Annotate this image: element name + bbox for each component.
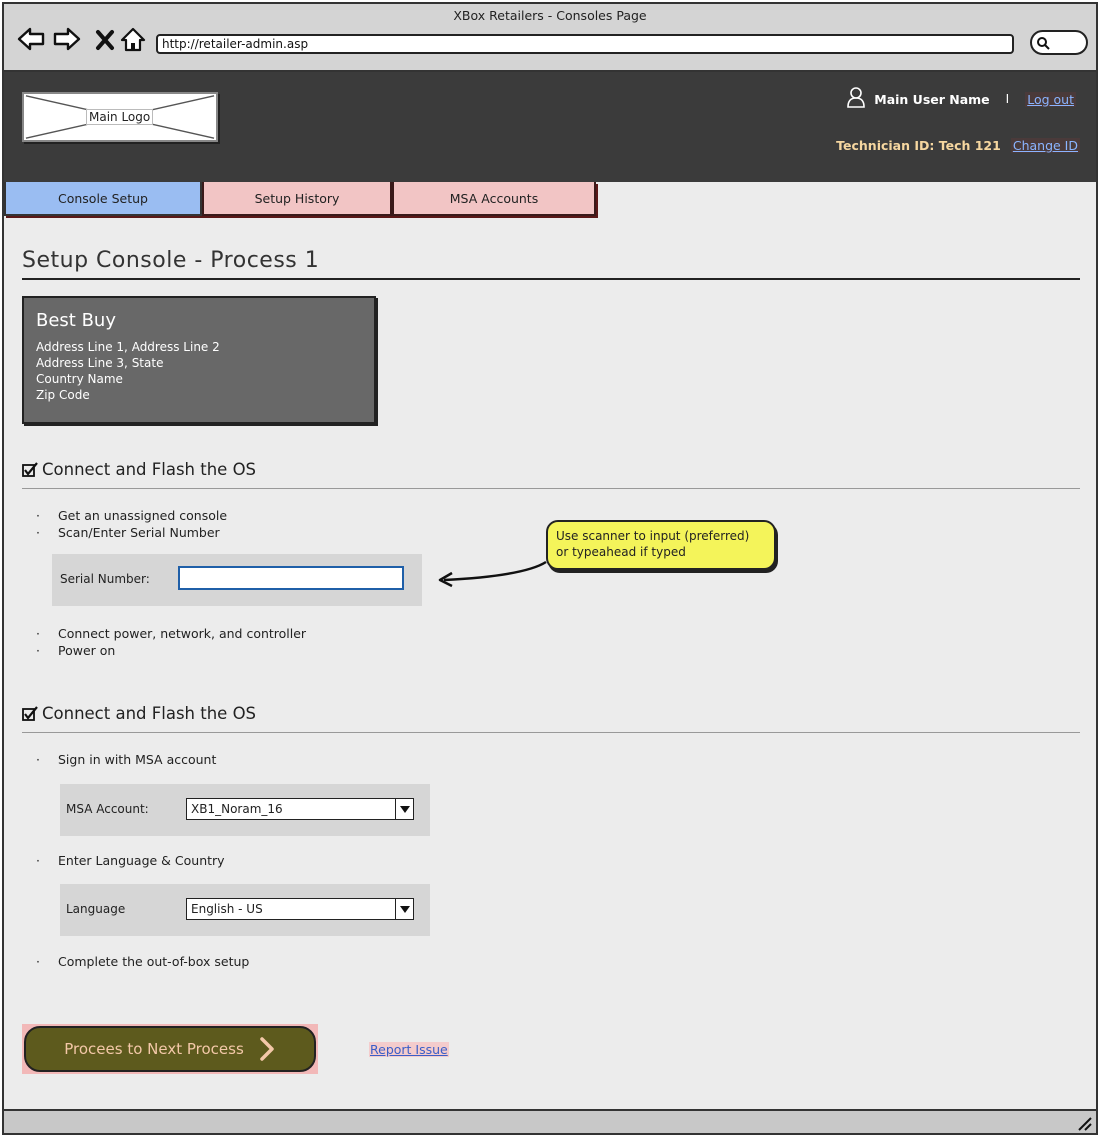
resize-grip-icon[interactable]: [1076, 1115, 1092, 1131]
stop-x-icon[interactable]: [90, 24, 114, 54]
msa-account-label: MSA Account:: [66, 802, 149, 816]
section-2-divider: [22, 732, 1080, 733]
proceed-next-process-button[interactable]: Procees to Next Process: [24, 1026, 316, 1072]
report-issue-link[interactable]: Report Issue: [369, 1042, 449, 1057]
technician-row: Technician ID: Tech 121 Change ID: [836, 138, 1080, 153]
user-name: Main User Name: [874, 91, 990, 107]
dropdown-arrow-icon[interactable]: [395, 799, 413, 819]
technician-id: Technician ID: Tech 121: [836, 138, 1001, 153]
language-value: English - US: [191, 902, 263, 916]
list-item: Get an unassigned console: [36, 508, 227, 523]
header-separator: I: [1005, 92, 1010, 106]
home-icon[interactable]: [118, 24, 148, 54]
section-1-heading: Connect and Flash the OS: [22, 460, 256, 479]
tab-console-setup[interactable]: Console Setup: [4, 182, 202, 216]
list-item: Complete the out-of-box setup: [36, 954, 249, 969]
logout-link[interactable]: Log out: [1025, 91, 1076, 107]
store-address-line: Address Line 1, Address Line 2: [36, 340, 220, 354]
address-bar[interactable]: http://retailer-admin.asp: [156, 34, 1014, 54]
proceed-button-wrapper: Procees to Next Process: [22, 1024, 318, 1074]
app-header: Main Logo Main User Name I Log out Techn…: [4, 72, 1096, 182]
change-id-link[interactable]: Change ID: [1010, 138, 1080, 153]
callout-arrow-icon: [438, 560, 547, 588]
callout-line-1: Use scanner to input (preferred): [556, 529, 750, 543]
chevron-right-icon: [260, 1037, 274, 1061]
section-1-divider: [22, 488, 1080, 489]
serial-number-panel: Serial Number:: [52, 554, 422, 606]
msa-account-value: XB1_Noram_16: [191, 802, 283, 816]
serial-number-input[interactable]: [178, 566, 404, 590]
language-panel: Language English - US: [60, 884, 430, 936]
tab-setup-history[interactable]: Setup History: [202, 182, 392, 216]
checked-checkbox-icon[interactable]: [22, 461, 38, 478]
language-select[interactable]: English - US: [186, 898, 414, 920]
list-item: Enter Language & Country: [36, 853, 225, 868]
list-item: Connect power, network, and controller: [36, 626, 306, 641]
serial-number-label: Serial Number:: [60, 572, 150, 586]
user-row: Main User Name I Log out: [846, 86, 1076, 112]
callout-line-2: or typeahead if typed: [556, 545, 686, 559]
list-item: Sign in with MSA account: [36, 752, 216, 767]
status-bar: [4, 1109, 1096, 1133]
logo-label: Main Logo: [86, 109, 154, 125]
msa-account-select[interactable]: XB1_Noram_16: [186, 798, 414, 820]
tab-msa-accounts[interactable]: MSA Accounts: [392, 182, 596, 216]
section-1-title: Connect and Flash the OS: [42, 460, 257, 479]
browser-chrome: XBox Retailers - Consoles Page http://re…: [4, 4, 1096, 72]
dropdown-arrow-icon[interactable]: [395, 899, 413, 919]
user-icon: [846, 86, 866, 112]
section-2-title: Connect and Flash the OS: [42, 704, 257, 723]
search-icon: [1037, 37, 1050, 50]
section-2-heading: Connect and Flash the OS: [22, 704, 256, 723]
store-info-card: Best Buy Address Line 1, Address Line 2 …: [22, 296, 376, 424]
browser-search-box[interactable]: [1030, 30, 1088, 55]
title-divider: [22, 278, 1080, 280]
window-title: XBox Retailers - Consoles Page: [453, 8, 647, 23]
browser-window: XBox Retailers - Consoles Page http://re…: [2, 2, 1098, 1135]
store-zip: Zip Code: [36, 388, 90, 402]
back-arrow-icon[interactable]: [16, 24, 46, 54]
scanner-note-callout: Use scanner to input (preferred) or type…: [546, 520, 776, 570]
checked-checkbox-icon[interactable]: [22, 705, 38, 722]
store-address-line: Address Line 3, State: [36, 356, 164, 370]
list-item: Scan/Enter Serial Number: [36, 525, 220, 540]
language-label: Language: [66, 902, 126, 916]
main-tabs: Console Setup Setup History MSA Accounts: [4, 182, 596, 218]
store-country: Country Name: [36, 372, 123, 386]
list-item: Power on: [36, 643, 115, 658]
proceed-button-label: Procees to Next Process: [64, 1040, 244, 1058]
main-logo[interactable]: Main Logo: [22, 92, 218, 142]
msa-account-panel: MSA Account: XB1_Noram_16: [60, 784, 430, 836]
page-title: Setup Console - Process 1: [22, 248, 320, 273]
forward-arrow-icon[interactable]: [52, 24, 82, 54]
store-name: Best Buy: [36, 310, 116, 331]
